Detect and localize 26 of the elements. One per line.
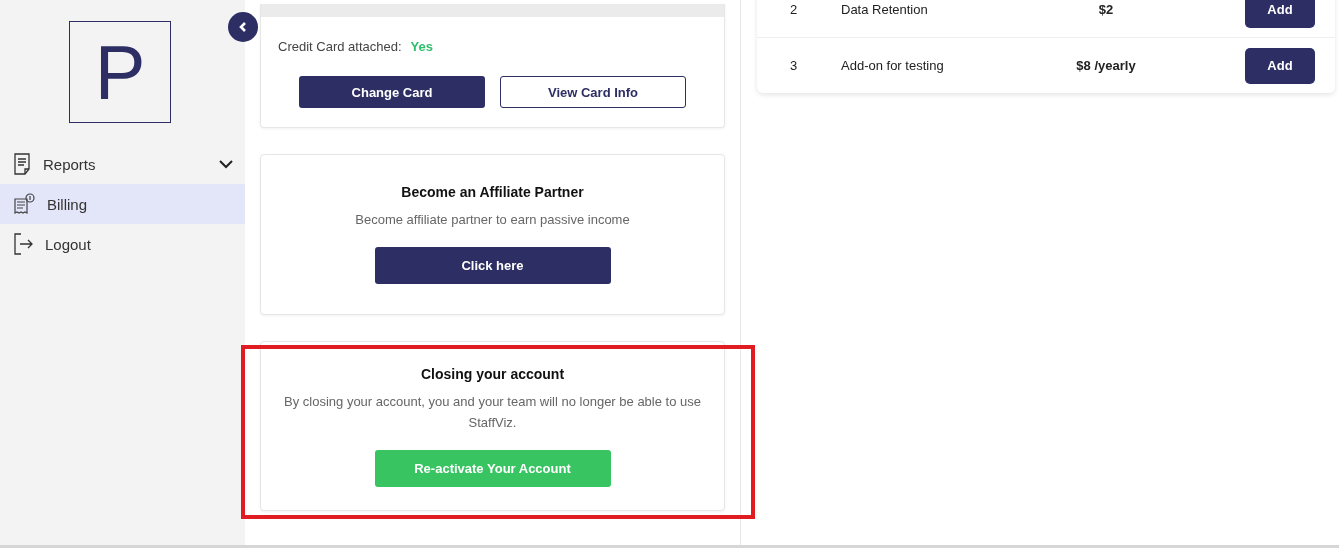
receipt-icon [13, 193, 35, 215]
closing-title: Closing your account [420, 366, 565, 382]
affiliate-text: Become affiliate partner to earn passive income [355, 211, 630, 229]
change-card-button[interactable]: Change Card [299, 76, 485, 108]
table-cell-text: Add-on for testing [841, 58, 945, 73]
table-cell-text: Data Retention [841, 2, 929, 17]
sidebar-item[interactable]: Logout [0, 224, 245, 264]
report-icon [13, 153, 31, 175]
table-cell-text: 2 [789, 2, 799, 17]
view-card-info-button[interactable]: View Card Info [500, 76, 686, 108]
logout-icon [13, 233, 33, 255]
sidebar-item[interactable]: Billing [0, 184, 245, 224]
table-cell-text: 3 [789, 58, 799, 73]
affiliate-title: Become an Affiliate Partner [401, 184, 584, 200]
logo: P [69, 21, 171, 123]
credit-card-label: Credit Card attached: [278, 39, 402, 54]
table-cell-text: $2 [1097, 2, 1115, 17]
sidebar-item[interactable]: Reports [0, 144, 245, 184]
chevron-left-icon [238, 21, 248, 33]
closing-text: By closing your account, you and your team will no longer be able to use StaffViz. [283, 393, 702, 432]
click-here-button[interactable]: Click here [374, 247, 611, 284]
add-button[interactable]: Add [1245, 47, 1315, 84]
credit-card-status: Yes [410, 39, 433, 54]
collapse-button[interactable] [228, 12, 258, 42]
table-cell-text: $8 /yearly [1075, 58, 1137, 73]
add-button[interactable]: Add [1245, 0, 1315, 28]
